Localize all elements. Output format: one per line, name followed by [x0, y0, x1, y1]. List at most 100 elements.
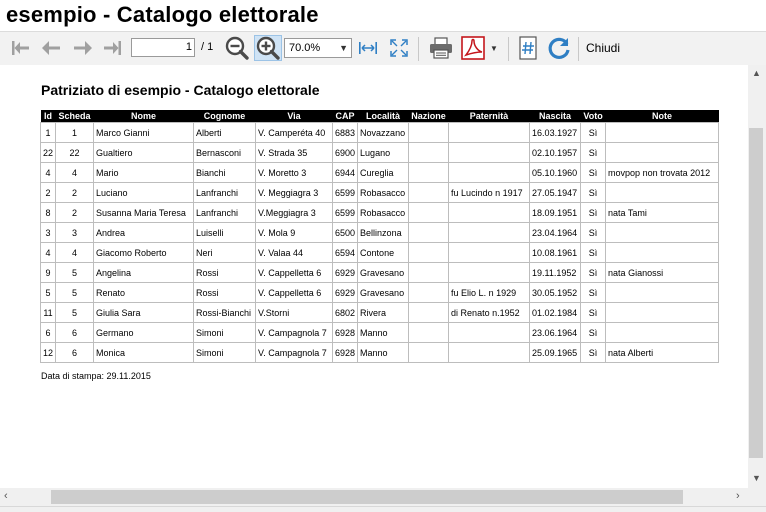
cell-cognome: Luiselli: [193, 222, 257, 243]
scroll-down-icon[interactable]: ▼: [752, 473, 761, 483]
next-page-icon[interactable]: [70, 35, 96, 61]
cell-scheda: 6: [55, 322, 95, 343]
cell-nome: Monica: [93, 342, 195, 363]
cell-scheda: 6: [55, 342, 95, 363]
last-page-icon[interactable]: [100, 35, 124, 61]
cell-cap: 6594: [332, 242, 359, 263]
cell-cognome: Bernasconi: [193, 142, 257, 163]
fit-width-icon[interactable]: [356, 35, 380, 61]
cell-scheda: 3: [55, 222, 95, 243]
cell-voto: Sì: [580, 142, 607, 163]
cell-id: 22: [39, 142, 57, 163]
column-header-voto: Voto: [580, 110, 606, 123]
scroll-up-icon[interactable]: ▲: [752, 68, 761, 78]
table-row: 4 4 Mario Bianchi V. Moretto 3 6944 Cureglia 05…: [39, 162, 720, 183]
page-total: / 1: [201, 41, 214, 53]
chevron-down-icon: ▼: [339, 43, 348, 53]
cell-via: V. Camperéta 40: [255, 122, 334, 143]
cell-id: 4: [39, 242, 57, 263]
cell-localita: Bellinzona: [357, 222, 410, 243]
table-row: 11 5 Giulia Sara Rossi-Bianchi V.Storni 6802 R…: [39, 302, 720, 323]
cell-via: V. Cappelletta 6: [255, 262, 334, 283]
toolbar-separator: [578, 37, 579, 61]
print-date: Data di stampa: 29.11.2015: [41, 371, 151, 381]
table-row: 6 6 Germano Simoni V. Campagnola 7 6928 Manno 2…: [39, 322, 720, 343]
column-header-nascita: Nascita: [529, 110, 581, 123]
cell-scheda: 4: [55, 162, 95, 183]
column-header-nome: Nome: [93, 110, 194, 123]
cell-nazione: [408, 202, 450, 223]
refresh-icon[interactable]: [545, 35, 573, 61]
cell-voto: Sì: [580, 342, 607, 363]
pdf-icon[interactable]: [459, 35, 487, 61]
dropdown-arrow-icon[interactable]: ▼: [488, 35, 500, 61]
cell-via: V. Meggiagra 3: [255, 182, 334, 203]
cell-nome: Luciano: [93, 182, 195, 203]
table-row: 5 5 Renato Rossi V. Cappelletta 6 6929 Gravesa…: [39, 282, 720, 303]
fit-page-icon[interactable]: [387, 35, 411, 61]
zoom-in-icon[interactable]: [254, 35, 282, 61]
cell-id: 9: [39, 262, 57, 283]
cell-note: [605, 242, 720, 263]
column-header-localita: Località: [357, 110, 409, 123]
cell-localita: Lugano: [357, 142, 410, 163]
window-title: esempio - Catalogo elettorale: [6, 2, 319, 27]
cell-note: [605, 222, 720, 243]
cell-cognome: Lanfranchi: [193, 202, 257, 223]
cell-nome: Renato: [93, 282, 195, 303]
cell-scheda: 5: [55, 282, 95, 303]
cell-via: V. Moretto 3: [255, 162, 334, 183]
report-title: Patriziato di esempio - Catalogo elettor…: [41, 82, 320, 98]
column-header-cap: CAP: [332, 110, 358, 123]
cell-via: V.Storni: [255, 302, 334, 323]
scroll-thumb[interactable]: [51, 490, 683, 504]
cell-voto: Sì: [580, 162, 607, 183]
cell-cognome: Alberti: [193, 122, 257, 143]
zoom-select[interactable]: 70.0% ▼: [284, 38, 352, 58]
prev-page-icon[interactable]: [38, 35, 64, 61]
cell-voto: Sì: [580, 322, 607, 343]
cell-voto: Sì: [580, 282, 607, 303]
zoom-out-icon[interactable]: [223, 35, 251, 61]
cell-nazione: [408, 342, 450, 363]
cell-via: V. Cappelletta 6: [255, 282, 334, 303]
cell-cap: 6500: [332, 222, 359, 243]
cell-nome: Angelina: [93, 262, 195, 283]
table-row: 1 1 Marco Gianni Alberti V. Camperéta 40 6883…: [39, 122, 720, 143]
cell-note: nata Tami: [605, 202, 720, 223]
close-button[interactable]: Chiudi: [586, 41, 620, 55]
cell-scheda: 2: [55, 182, 95, 203]
cell-nascita: 16.03.1927: [529, 122, 582, 143]
table-row: 3 3 Andrea Luiselli V. Mola 9 6500 Bellinzona 2…: [39, 222, 720, 243]
cell-id: 12: [39, 342, 57, 363]
scroll-thumb[interactable]: [749, 128, 763, 458]
cell-paternita: [448, 122, 531, 143]
cell-nascita: 10.08.1961: [529, 242, 582, 263]
cell-nascita: 02.10.1957: [529, 142, 582, 163]
cell-localita: Robasacco: [357, 182, 410, 203]
cell-nazione: [408, 162, 450, 183]
cell-id: 11: [39, 302, 57, 323]
cell-via: V. Mola 9: [255, 222, 334, 243]
page-number-input[interactable]: 1: [131, 38, 195, 57]
vertical-scrollbar[interactable]: ▲ ▼: [748, 65, 766, 488]
cell-note: [605, 282, 720, 303]
cell-nascita: 18.09.1951: [529, 202, 582, 223]
cell-cap: 6929: [332, 262, 359, 283]
cell-nome: Giacomo Roberto: [93, 242, 195, 263]
first-page-icon[interactable]: [9, 35, 33, 61]
scroll-right-icon[interactable]: ›: [736, 490, 740, 502]
scroll-left-icon[interactable]: ‹: [4, 490, 8, 502]
cell-voto: Sì: [580, 122, 607, 143]
report-viewport: Patriziato di esempio - Catalogo elettor…: [0, 65, 748, 488]
page-number-icon[interactable]: [516, 35, 540, 61]
toolbar-separator: [418, 37, 419, 61]
cell-nascita: 23.06.1964: [529, 322, 582, 343]
cell-nome: Germano: [93, 322, 195, 343]
cell-nazione: [408, 302, 450, 323]
column-header-note: Note: [605, 110, 719, 123]
cell-nome: Gualtiero: [93, 142, 195, 163]
horizontal-scrollbar[interactable]: ‹ ›: [0, 488, 748, 506]
print-icon[interactable]: [427, 35, 455, 61]
cell-localita: Cureglia: [357, 162, 410, 183]
